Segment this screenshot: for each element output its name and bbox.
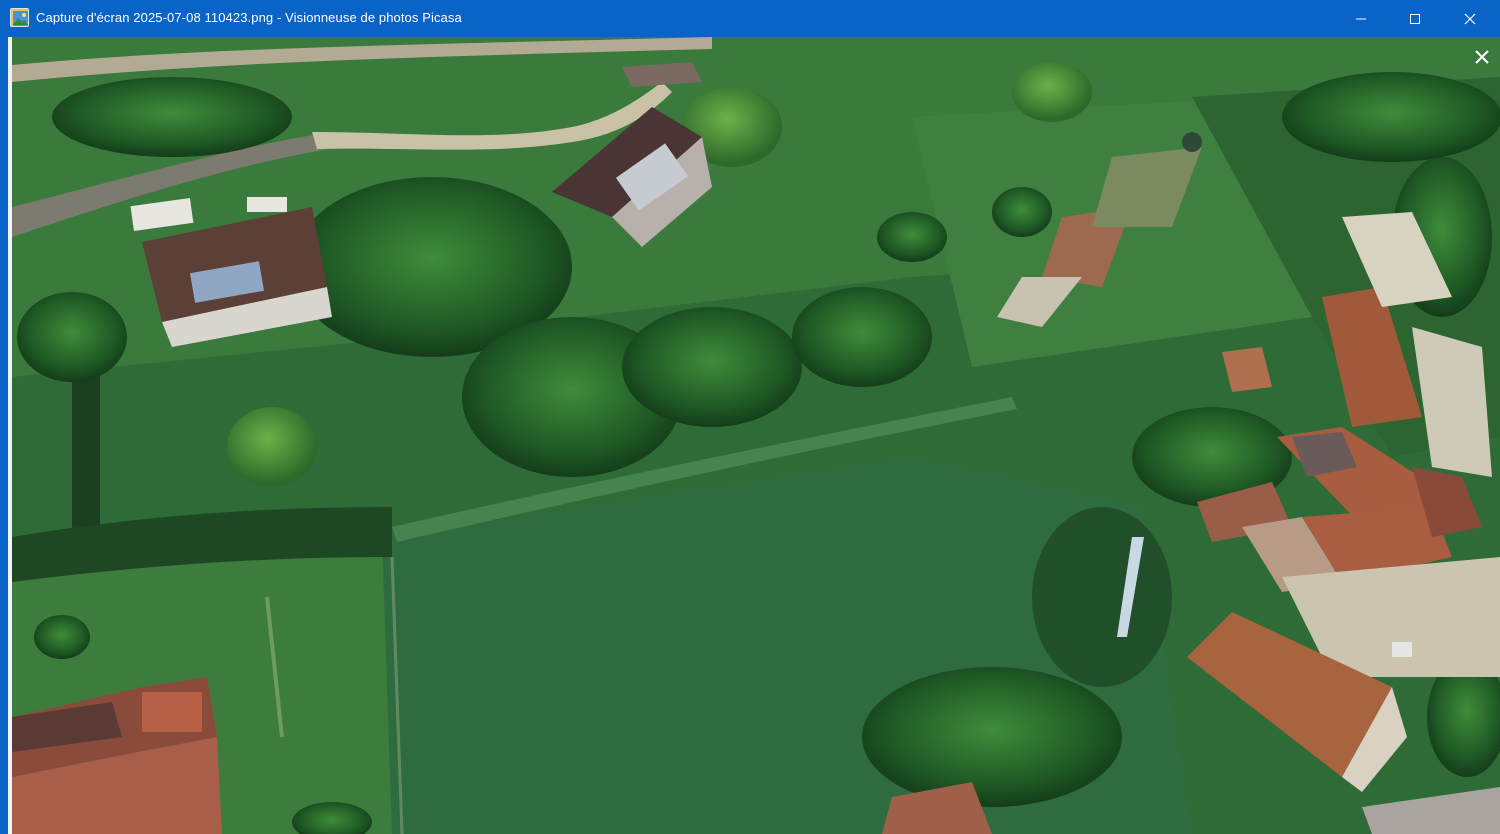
close-viewer-button[interactable] xyxy=(1470,45,1494,69)
close-button[interactable] xyxy=(1443,0,1497,37)
photo-viewer[interactable] xyxy=(8,37,1500,834)
maximize-button[interactable] xyxy=(1388,0,1442,37)
app-window: Capture d'écran 2025-07-08 110423.png - … xyxy=(0,0,1500,834)
close-icon xyxy=(1464,13,1476,24)
image-icon xyxy=(10,8,29,27)
title-bar[interactable]: Capture d'écran 2025-07-08 110423.png - … xyxy=(0,0,1500,37)
aerial-view-photo xyxy=(12,37,1500,834)
minimize-button[interactable] xyxy=(1334,0,1388,37)
close-icon xyxy=(1475,50,1489,64)
maximize-icon xyxy=(1410,13,1420,24)
window-title: Capture d'écran 2025-07-08 110423.png - … xyxy=(36,10,462,25)
minimize-icon xyxy=(1356,18,1366,19)
